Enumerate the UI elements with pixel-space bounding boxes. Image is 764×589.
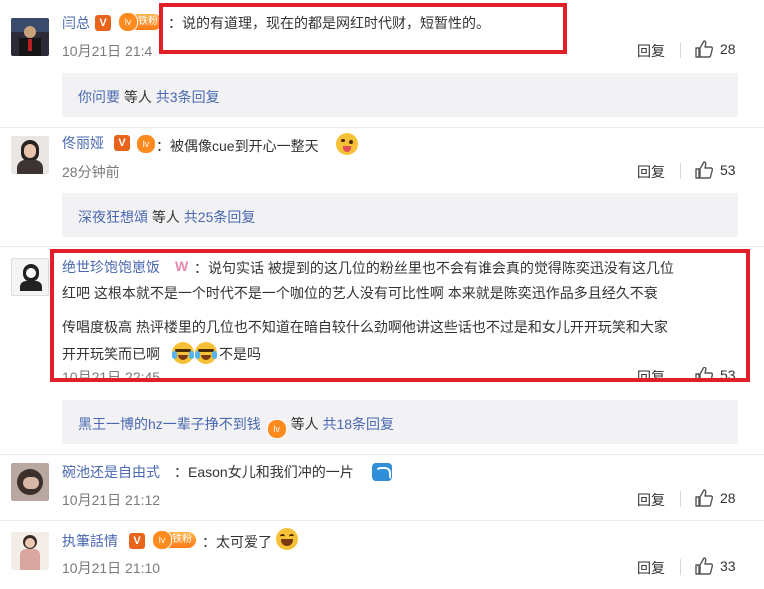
- username[interactable]: 碗池还是自由式: [62, 462, 160, 482]
- avatar[interactable]: [11, 532, 49, 570]
- fan-icon: lv: [266, 419, 287, 439]
- avatar[interactable]: [11, 18, 49, 56]
- fan-badge: 铁粉 lv: [118, 12, 162, 32]
- thumbs-up-icon: [695, 161, 714, 179]
- reply-summary-count[interactable]: 共18条回复: [322, 416, 394, 432]
- comment-text-line-2: 红吧 这根本就不是一个时代不是一个咖位的艺人没有可比性啊 本来就是陈奕迅作品多且…: [62, 285, 658, 301]
- comment-text: ：Eason女儿和我们冲的一片: [174, 464, 354, 480]
- comment-text: ：太可爱了: [202, 534, 272, 550]
- comment-time: 10月21日 21:10: [62, 560, 161, 576]
- reply-summary[interactable]: 你问要 等人 共3条回复: [62, 73, 738, 117]
- reply-summary[interactable]: 黑王一博的hz一辈子挣不到钱 lv 等人 共18条回复: [62, 400, 738, 444]
- verified-icon: V: [95, 15, 111, 31]
- reply-button[interactable]: 回复: [637, 162, 665, 182]
- username[interactable]: 佟丽娅: [62, 133, 104, 153]
- reply-button[interactable]: 回复: [637, 367, 665, 378]
- divider: [0, 127, 764, 128]
- separator: [680, 163, 681, 179]
- reply-summary-user[interactable]: 你问要: [78, 89, 120, 105]
- crying-laughing-emoji-icon: [195, 342, 217, 364]
- comment-time: 10月21日 21:4: [62, 43, 153, 59]
- divider: [0, 246, 764, 247]
- verified-icon: V: [114, 135, 130, 151]
- comment-time: 10月21日 22:45: [62, 369, 161, 378]
- like-count: 53: [720, 367, 736, 378]
- clipped-meta-row: 10月21日 22:45 回复 53: [54, 367, 746, 378]
- comment-text: ：说的有道理，现在的都是网红时代财，短暂性的。: [168, 15, 490, 31]
- like-count: 28: [720, 490, 736, 506]
- fan-icon: lv: [136, 134, 156, 154]
- reply-summary-count[interactable]: 共3条回复: [156, 89, 220, 105]
- verified-icon: V: [129, 533, 145, 549]
- thumbs-up-icon[interactable]: [694, 367, 714, 378]
- thumbs-up-icon: [695, 557, 714, 575]
- fan-badge: 铁粉 lv: [152, 530, 196, 550]
- separator: [680, 491, 681, 507]
- thumbs-up-icon: [695, 40, 714, 58]
- reply-summary-count[interactable]: 共25条回复: [184, 209, 256, 225]
- reply-summary-mid: 等人: [148, 209, 184, 225]
- separator: [680, 559, 681, 575]
- comment-time: 10月21日 21:12: [62, 492, 161, 508]
- comment-time: 28分钟前: [62, 164, 120, 180]
- comment-text-line-5: 不是吗: [219, 346, 261, 362]
- avatar[interactable]: [11, 136, 49, 174]
- divider: [0, 520, 764, 521]
- reply-button[interactable]: 回复: [637, 490, 665, 510]
- w-badge-icon: W: [175, 258, 189, 274]
- reply-summary-mid: 等人: [286, 416, 323, 432]
- avatar[interactable]: [11, 258, 49, 296]
- comment-text-line-3: 传唱度极高 热评楼里的几位也不知道在暗自较什么劲啊他讲这些话也不过是和女儿开开玩…: [62, 319, 668, 335]
- reply-button[interactable]: 回复: [637, 558, 665, 578]
- reply-button[interactable]: 回复: [637, 41, 665, 61]
- crying-laughing-emoji-icon: [172, 342, 194, 364]
- reply-summary[interactable]: 深夜狂想頌 等人 共25条回复: [62, 193, 738, 237]
- grinning-emoji-icon: [276, 528, 298, 550]
- fan-icon: lv: [152, 530, 172, 550]
- username[interactable]: 闫总: [62, 13, 90, 33]
- username[interactable]: 绝世珍饱饱崽饭: [62, 257, 160, 277]
- comment-text: ：被偶像cue到开心一整天: [156, 138, 319, 154]
- divider: [0, 454, 764, 455]
- comment-text-line-4: 开开玩笑而已啊: [62, 346, 160, 362]
- like-count: 33: [720, 558, 736, 574]
- comment-text-line-1: ：说句实话 被提到的这几位的粉丝里也不会有谁会真的觉得陈奕迅没有这几位: [194, 260, 674, 276]
- fan-icon: lv: [118, 12, 138, 32]
- like-count: 28: [720, 41, 736, 57]
- tongue-out-emoji-icon: [336, 133, 358, 155]
- like-count: 53: [720, 162, 736, 178]
- reply-summary-mid: 等人: [120, 89, 156, 105]
- avatar[interactable]: [11, 463, 49, 501]
- separator: [680, 42, 681, 58]
- reply-summary-user[interactable]: 深夜狂想頌: [78, 209, 148, 225]
- reply-summary-user[interactable]: 黑王一博的hz一辈子挣不到钱: [78, 416, 261, 432]
- thumbs-up-icon: [695, 489, 714, 507]
- username[interactable]: 执筆話情: [62, 531, 118, 551]
- wave-emoji-icon: [372, 463, 392, 481]
